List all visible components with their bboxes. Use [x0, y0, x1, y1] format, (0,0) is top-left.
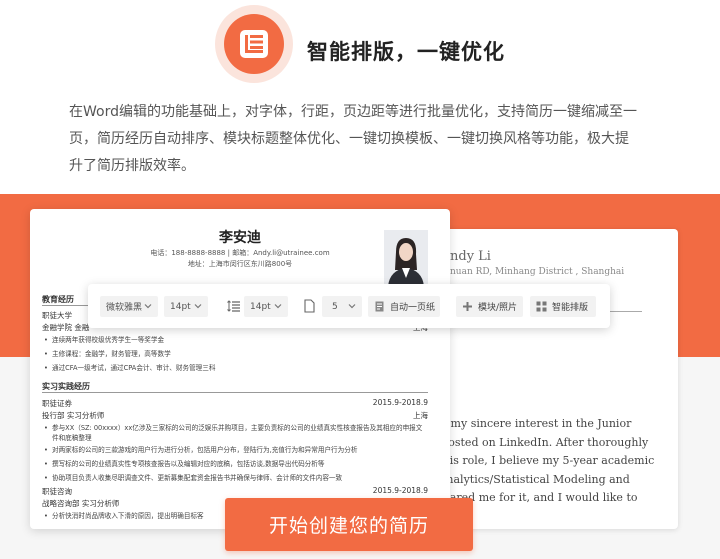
- grid-icon: [536, 301, 547, 312]
- auto-one-page-button[interactable]: 自动一页纸: [368, 296, 440, 317]
- experience-section-title: 实习实践经历: [42, 382, 90, 391]
- job-company: 职徒咨询: [42, 487, 72, 496]
- page-margin-icon: [304, 299, 315, 313]
- education-bullet: 连续两年获得校级优秀学生一等奖学金: [44, 335, 428, 345]
- create-resume-button[interactable]: 开始创建您的简历: [225, 498, 473, 551]
- cover-letter-line: of this role, I believe my 5-year academ…: [424, 454, 655, 467]
- education-bullet: 通过CFA一级考试，通过CPA会计、审计、财务管理三科: [44, 363, 428, 373]
- chevron-down-icon: [274, 304, 282, 309]
- job-role: 投行部 实习分析师: [42, 411, 105, 420]
- cover-letter-address: nuan RD, Minhang District , Shanghai: [450, 267, 625, 277]
- job-bullet: 协助项目负责人收集尽职调查文件、更新募集配套资金报告书并确保与律师、会计师的文件…: [44, 473, 428, 483]
- margin-value: 5: [332, 301, 338, 312]
- module-photo-button[interactable]: 模块/照片: [456, 296, 523, 317]
- education-bullet: 主修课程：金融学，财务管理，高等数学: [44, 349, 428, 359]
- section-divider: [42, 392, 428, 393]
- smart-layout-button[interactable]: 智能排版: [530, 296, 596, 317]
- job-bullet: 撰写标的公司的业绩真实性专项核查报告以及编辑对应的底稿，包括访谈,数据导出代码分…: [44, 459, 428, 469]
- line-spacing-value: 14pt: [250, 301, 271, 312]
- cover-letter-line: on posted on LinkedIn. After thoroughly: [424, 435, 649, 449]
- plus-icon: [463, 302, 472, 311]
- resume-preview: 李安迪 电话：188-8888-8888 | 邮箱：Andy.li@utrain…: [30, 209, 450, 529]
- chevron-down-icon: [348, 304, 356, 309]
- auto-one-page-label: 自动一页纸: [390, 303, 436, 313]
- cover-letter-line: ta Analytics/Statistical Modeling and: [424, 472, 630, 486]
- margin-select[interactable]: 5: [322, 296, 362, 317]
- education-section-title: 教育经历: [42, 295, 74, 304]
- feature-logo: [215, 5, 293, 83]
- cover-letter-line: ress my sincere interest in the Junior: [424, 417, 632, 430]
- font-size-select[interactable]: 14pt: [164, 296, 208, 317]
- font-family-value: 微软雅黑: [106, 303, 143, 313]
- font-size-value: 14pt: [170, 301, 191, 312]
- chevron-down-icon: [194, 304, 202, 309]
- cover-letter-name: ndy Li: [450, 249, 491, 264]
- line-spacing-select[interactable]: 14pt: [244, 296, 288, 317]
- job-bullet: 对两家标的公司的三款游戏的用户行为进行分析，包括用户分布，登陆行为,充值行为和异…: [44, 445, 428, 455]
- job-company: 职徒证券: [42, 399, 72, 408]
- module-photo-label: 模块/照片: [478, 303, 518, 313]
- chevron-down-icon: [144, 304, 152, 309]
- smart-layout-label: 智能排版: [552, 303, 589, 313]
- job-period: 2015.9-2018.9: [372, 486, 428, 495]
- job-bullet: 参与XX（SZ: 00xxxx）xx亿涉及三家标的公司的泛娱乐并购项目，主要负责…: [44, 423, 428, 443]
- font-family-select[interactable]: 微软雅黑: [100, 296, 158, 317]
- feature-title: 智能排版，一键优化: [307, 40, 505, 64]
- layout-toolbar: 微软雅黑 14pt 14pt 5 自动一页纸 模块/照片 智能排版: [88, 284, 610, 328]
- document-layout-icon: [224, 14, 284, 74]
- job-period: 2015.9-2018.9: [372, 398, 428, 407]
- line-spacing-icon: [227, 300, 240, 312]
- feature-description: 在Word编辑的功能基础上，对字体，行距，页边距等进行批量优化，支持简历一键缩减…: [69, 104, 637, 174]
- one-page-icon: [375, 301, 384, 312]
- job-location: 上海: [413, 411, 428, 420]
- resume-photo: [384, 230, 428, 286]
